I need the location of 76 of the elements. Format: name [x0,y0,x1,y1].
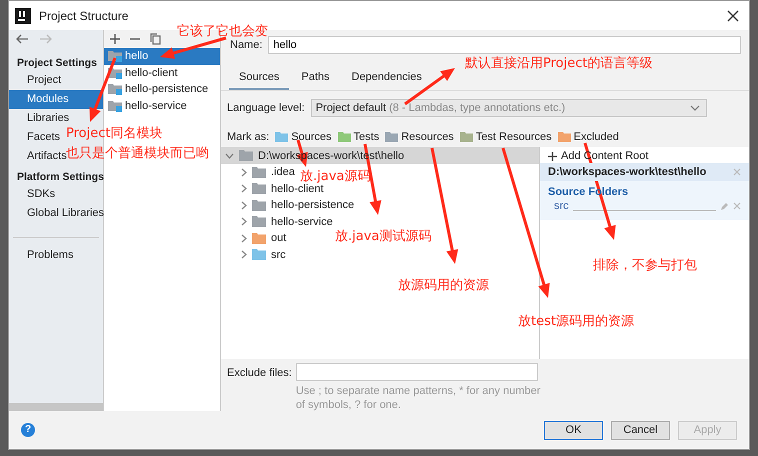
folder-icon [252,166,266,178]
exclude-files-label: Exclude files: [227,366,292,381]
tree-node[interactable]: .idea [221,164,295,180]
app-icon [15,8,31,24]
add-icon[interactable] [110,34,120,44]
folder-icon [239,150,253,161]
folder-icon [558,132,571,142]
tab[interactable]: Dependencies [342,69,432,90]
annotation-text: 它该了它也会变 [177,23,268,40]
sidebar-item[interactable]: Facets [9,128,64,147]
sidebar-item[interactable]: Global Libraries [9,204,108,223]
annotation-text: 放源码用的资源 [398,277,489,294]
annotation-text: 放test源码用的资源 [518,313,634,330]
annotation-text: 放.java源码 [300,168,370,184]
annotation-text: 也只是个普通模块而已哟 [66,144,209,162]
chevron-down-icon [690,105,700,111]
language-level-label: Language level: [227,102,305,114]
folder-icon [385,132,398,142]
folder-icon [252,232,266,244]
back-arrow-icon[interactable] [15,34,29,44]
tab[interactable]: Sources [229,69,290,90]
sidebar-item[interactable]: Libraries [9,109,72,128]
exclude-files-field[interactable] [296,363,538,381]
tree-node[interactable]: hello-persistence [221,197,354,214]
module-folder-icon [108,83,122,96]
module-item[interactable]: hello-service [104,98,220,114]
mark-as-option[interactable]: Test Resources [460,131,552,143]
scrollbar[interactable] [9,403,103,411]
module-item[interactable]: hello [104,48,220,64]
section-heading: Project Settings [16,56,98,71]
folder-icon [338,132,351,142]
annotation-text: Project同名模块 [66,125,162,142]
mark-as-option[interactable]: Tests [338,131,380,143]
language-level-dropdown[interactable]: Project default (8 - Lambdas, type annotations etc.) [310,99,707,117]
module-item[interactable]: hello-persistence [104,81,220,98]
dialog-button[interactable]: Cancel [611,420,670,440]
tree-node[interactable]: src [221,246,286,263]
folder-icon [252,249,266,260]
copy-icon[interactable] [150,33,161,45]
source-folder: src [554,200,569,212]
module-folder-icon [108,100,122,112]
folder-icon [252,183,266,194]
mark-as-option[interactable]: Resources [385,131,454,143]
chevron-down-icon[interactable] [225,152,234,158]
content-root-path: D:\workspaces-work\test\hello [540,163,749,181]
dialog-button[interactable]: OK [544,420,603,440]
exclude-files-hint: Use ; to separate name patterns, * for any number of symbols, ? for one. [296,384,541,412]
module-folder-icon [108,50,122,62]
annotation-text: 放.java测试源码 [335,228,432,245]
section-heading: Platform Settings [16,170,103,185]
pencil-icon[interactable] [720,202,729,210]
window-title: Project Structure [39,8,128,22]
folder-icon [252,216,266,228]
folder-icon [460,132,473,142]
sidebar-item[interactable]: Modules [9,90,103,109]
sidebar-item[interactable]: SDKs [9,185,58,204]
add-icon [548,152,557,160]
help-button[interactable]: ? [21,423,35,437]
annotation-text: 排除，不参与打包 [593,257,697,274]
tree-node[interactable]: hello-service [221,214,333,230]
name-field[interactable]: hello [268,36,741,54]
mark-as-option[interactable]: Sources [275,131,332,143]
folder-icon [275,132,288,142]
tab[interactable]: Paths [291,69,340,90]
mark-as-label: Mark as: [227,131,270,143]
tree-node[interactable]: out [221,230,286,246]
name-label: Name: [230,39,262,51]
folder-icon [252,200,266,211]
forward-arrow-icon[interactable] [39,34,53,44]
close-icon[interactable] [727,10,739,22]
annotation-text: 默认直接沿用Project的语言等级 [465,55,652,72]
problems-item[interactable]: Problems [9,246,76,265]
mark-as-option[interactable]: Excluded [558,131,619,143]
annotation-arrow [160,36,226,59]
module-item[interactable]: hello-client [104,64,220,81]
sidebar-item[interactable]: Project [9,71,64,90]
